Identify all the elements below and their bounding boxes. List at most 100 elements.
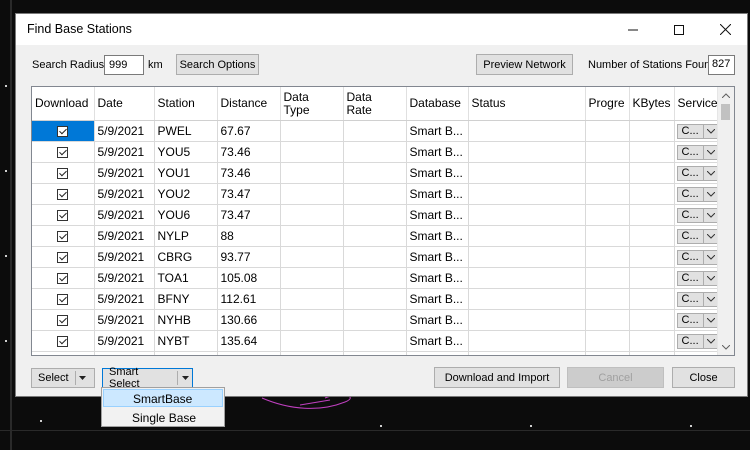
cell-kbytes[interactable] xyxy=(629,309,675,331)
cell-database[interactable]: Smart B... xyxy=(406,309,469,331)
cell-kbytes[interactable] xyxy=(629,351,675,355)
maximize-button[interactable] xyxy=(656,14,702,45)
service-combobox[interactable]: C... xyxy=(676,165,719,181)
download-checkbox[interactable] xyxy=(57,147,69,159)
download-checkbox[interactable] xyxy=(57,336,69,348)
service-combobox[interactable]: C... xyxy=(676,123,719,139)
cell-date[interactable]: 5/9/2021 xyxy=(94,141,155,163)
service-combobox[interactable]: C... xyxy=(676,186,719,202)
cell-status[interactable] xyxy=(468,309,586,331)
cell-progress[interactable] xyxy=(585,309,630,331)
cell-distance[interactable]: 156.99 xyxy=(217,351,281,355)
cell-station[interactable]: TOA1 xyxy=(154,267,218,289)
cell-database[interactable]: Smart B... xyxy=(406,225,469,247)
cell-date[interactable]: 5/9/2021 xyxy=(94,288,155,310)
service-cell[interactable]: C... xyxy=(674,288,722,310)
cell-progress[interactable] xyxy=(585,330,630,352)
service-combobox[interactable]: C... xyxy=(676,333,719,349)
cell-station[interactable]: BFNY xyxy=(154,288,218,310)
column-header-service[interactable]: Service xyxy=(674,87,722,121)
cell-database[interactable]: Smart B... xyxy=(406,246,469,268)
cell-date[interactable]: 5/9/2021 xyxy=(94,183,155,205)
column-header-date[interactable]: Date xyxy=(94,87,155,121)
cell-date[interactable]: 5/9/2021 xyxy=(94,120,155,142)
cancel-button[interactable]: Cancel xyxy=(567,367,664,388)
cell-progress[interactable] xyxy=(585,351,630,355)
cell-distance[interactable]: 73.46 xyxy=(217,141,281,163)
cell-station[interactable]: NYLP xyxy=(154,225,218,247)
column-header-kbytes[interactable]: KBytes xyxy=(629,87,675,121)
minimize-button[interactable] xyxy=(610,14,656,45)
chevron-down-icon[interactable] xyxy=(702,229,718,243)
cell-distance[interactable]: 67.67 xyxy=(217,120,281,142)
cell-data-type[interactable] xyxy=(280,351,344,355)
download-cell[interactable] xyxy=(32,246,95,268)
cell-progress[interactable] xyxy=(585,183,630,205)
download-cell[interactable] xyxy=(32,120,95,142)
search-radius-input[interactable] xyxy=(104,55,144,75)
table-row[interactable]: 5/9/2021 CBRG 93.77 Smart B... C... xyxy=(32,246,722,268)
cell-status[interactable] xyxy=(468,267,586,289)
cell-status[interactable] xyxy=(468,162,586,184)
service-combobox[interactable]: C... xyxy=(676,270,719,286)
cell-data-rate[interactable] xyxy=(343,141,407,163)
download-checkbox[interactable] xyxy=(57,273,69,285)
chevron-down-icon[interactable] xyxy=(702,124,718,138)
cell-data-rate[interactable] xyxy=(343,246,407,268)
cell-progress[interactable] xyxy=(585,141,630,163)
table-row[interactable]: 5/9/2021 YOU6 73.47 Smart B... C... xyxy=(32,204,722,226)
download-checkbox[interactable] xyxy=(57,231,69,243)
column-header-progre[interactable]: Progre xyxy=(585,87,630,121)
cell-status[interactable] xyxy=(468,120,586,142)
download-checkbox[interactable] xyxy=(57,294,69,306)
cell-status[interactable] xyxy=(468,288,586,310)
cell-database[interactable]: Smart B... xyxy=(406,183,469,205)
cell-distance[interactable]: 130.66 xyxy=(217,309,281,331)
cell-status[interactable] xyxy=(468,141,586,163)
service-cell[interactable]: C... xyxy=(674,183,722,205)
cell-data-rate[interactable] xyxy=(343,309,407,331)
service-combobox[interactable]: C... xyxy=(676,144,719,160)
service-combobox[interactable]: C... xyxy=(676,291,719,307)
download-checkbox[interactable] xyxy=(57,189,69,201)
vertical-scrollbar[interactable] xyxy=(717,87,734,355)
chevron-down-icon[interactable] xyxy=(702,334,718,348)
cell-distance[interactable]: 135.64 xyxy=(217,330,281,352)
cell-progress[interactable] xyxy=(585,246,630,268)
cell-date[interactable]: 5/9/2021 xyxy=(94,162,155,184)
cell-station[interactable]: NYBT xyxy=(154,330,218,352)
cell-status[interactable] xyxy=(468,246,586,268)
scroll-down-arrow[interactable] xyxy=(718,339,734,355)
cell-kbytes[interactable] xyxy=(629,288,675,310)
cell-date[interactable]: 5/9/2021 xyxy=(94,246,155,268)
cell-date[interactable]: 5/9/2021 xyxy=(94,330,155,352)
cell-data-type[interactable] xyxy=(280,330,344,352)
column-header-database[interactable]: Database xyxy=(406,87,469,121)
download-cell[interactable] xyxy=(32,330,95,352)
cell-kbytes[interactable] xyxy=(629,246,675,268)
cell-data-rate[interactable] xyxy=(343,267,407,289)
cell-kbytes[interactable] xyxy=(629,330,675,352)
cell-data-type[interactable] xyxy=(280,246,344,268)
cell-database[interactable]: Smart B... xyxy=(406,204,469,226)
cell-data-rate[interactable] xyxy=(343,120,407,142)
cell-date[interactable]: 5/9/2021 xyxy=(94,225,155,247)
download-cell[interactable] xyxy=(32,225,95,247)
table-row[interactable]: 5/9/2021 NYLP 88 Smart B... C... xyxy=(32,225,722,247)
cell-distance[interactable]: 73.46 xyxy=(217,162,281,184)
preview-network-button[interactable]: Preview Network xyxy=(476,54,573,75)
cell-database[interactable]: Smart B... xyxy=(406,330,469,352)
cell-station[interactable]: CBRG xyxy=(154,246,218,268)
cell-distance[interactable]: 88 xyxy=(217,225,281,247)
chevron-down-icon[interactable] xyxy=(702,145,718,159)
table-row[interactable]: 5/9/2021 NYBT 135.64 Smart B... C... xyxy=(32,330,722,352)
column-header-data-rate[interactable]: Data Rate xyxy=(343,87,407,121)
table-row[interactable]: 5/9/2021 PWEL 67.67 Smart B... C... xyxy=(32,120,722,142)
download-import-button[interactable]: Download and Import xyxy=(434,367,560,388)
menu-item-single-base[interactable]: Single Base xyxy=(103,409,223,427)
menu-item-smartbase[interactable]: SmartBase xyxy=(103,389,223,407)
download-cell[interactable] xyxy=(32,309,95,331)
download-cell[interactable] xyxy=(32,204,95,226)
download-cell[interactable] xyxy=(32,141,95,163)
cell-distance[interactable]: 93.77 xyxy=(217,246,281,268)
